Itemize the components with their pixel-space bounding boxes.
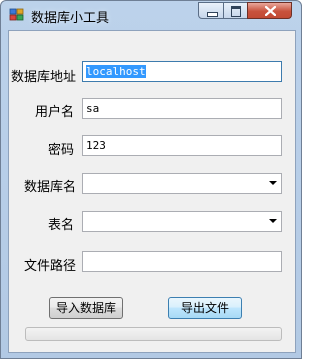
maximize-button[interactable] bbox=[223, 2, 248, 19]
password-input[interactable]: 123 bbox=[82, 135, 282, 156]
app-window: 数据库小工具 数据库地址 localhost 用户名 sa 密码 123 数据库… bbox=[0, 0, 302, 359]
table-select[interactable] bbox=[82, 211, 282, 232]
server-input-value: localhost bbox=[86, 65, 146, 78]
export-file-button[interactable]: 导出文件 bbox=[168, 297, 242, 319]
server-label: 数据库地址 bbox=[11, 70, 77, 85]
database-label: 数据库名 bbox=[24, 180, 77, 195]
client-area: 数据库地址 localhost 用户名 sa 密码 123 数据库名 表名 文件… bbox=[8, 30, 296, 353]
password-label: 密码 bbox=[48, 143, 75, 158]
minimize-button[interactable] bbox=[198, 2, 224, 19]
maximize-icon bbox=[231, 6, 241, 17]
minimize-icon bbox=[207, 12, 218, 17]
app-icon bbox=[9, 8, 24, 21]
import-database-button[interactable]: 导入数据库 bbox=[49, 297, 123, 319]
title-bar[interactable]: 数据库小工具 bbox=[1, 1, 301, 29]
username-input[interactable]: sa bbox=[82, 98, 282, 119]
close-button[interactable] bbox=[247, 2, 292, 19]
database-select[interactable] bbox=[82, 173, 282, 194]
chevron-down-icon bbox=[269, 181, 277, 185]
username-label: 用户名 bbox=[35, 105, 75, 120]
file-path-label: 文件路径 bbox=[24, 259, 77, 274]
progress-bar bbox=[25, 327, 282, 341]
close-icon bbox=[265, 6, 276, 16]
chevron-down-icon bbox=[269, 219, 277, 223]
table-label: 表名 bbox=[48, 218, 75, 233]
server-input[interactable]: localhost bbox=[82, 61, 282, 82]
file-path-input[interactable] bbox=[82, 251, 282, 272]
window-title: 数据库小工具 bbox=[31, 11, 110, 26]
